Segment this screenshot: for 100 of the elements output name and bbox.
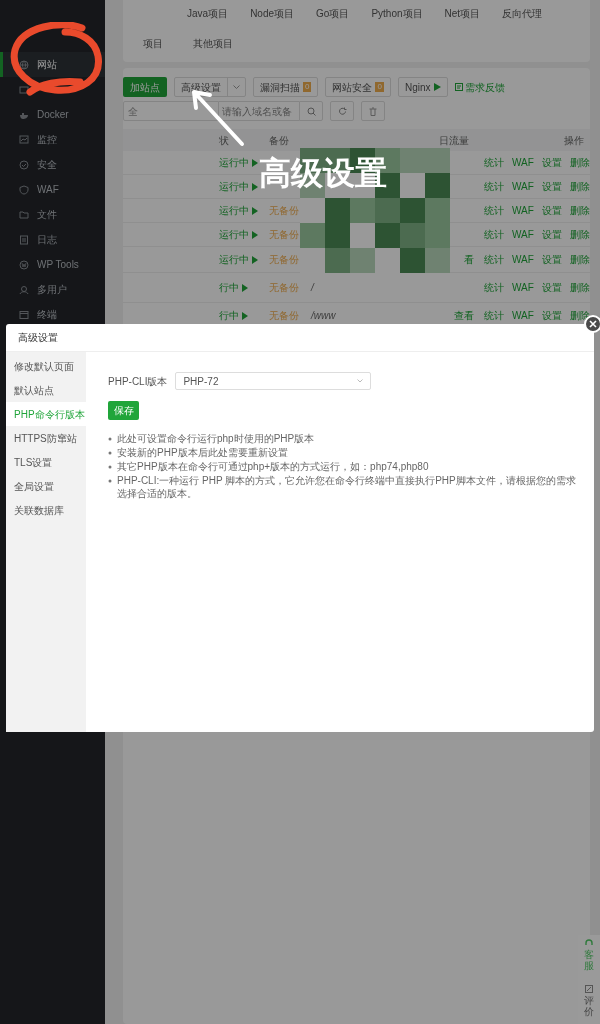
search-icon <box>306 106 316 116</box>
action-link[interactable]: 删除 <box>570 179 590 194</box>
status-link[interactable]: 运行中 <box>219 227 249 242</box>
action-link[interactable]: 删除 <box>570 252 590 267</box>
field-label: PHP-CLI版本 <box>108 374 168 389</box>
action-link[interactable]: 删除 <box>570 203 590 218</box>
php-version-select[interactable]: PHP-72 <box>175 372 372 390</box>
shield-icon <box>19 159 29 170</box>
search-button[interactable] <box>299 101 323 121</box>
action-link[interactable]: WAF <box>512 308 534 323</box>
backup-link[interactable]: 无备份 <box>269 310 299 321</box>
status-link[interactable]: 行中 <box>219 308 239 323</box>
vulnerability-scan-button[interactable]: 漏洞扫描 0 <box>253 77 319 97</box>
sidebar-item[interactable]: 监控 <box>0 127 105 152</box>
status-link[interactable]: 运行中 <box>219 203 249 218</box>
sidebar-item[interactable]: 文件 <box>0 202 105 227</box>
status-link[interactable]: 运行中 <box>219 179 249 194</box>
project-tab[interactable]: 项目 <box>143 35 163 51</box>
shield-icon <box>19 184 29 195</box>
side-float-button[interactable]: 评价 <box>584 985 594 1017</box>
nginx-button[interactable]: Nginx <box>397 77 449 97</box>
project-tab[interactable]: Go项目 <box>316 5 350 21</box>
project-tab[interactable]: Python项目 <box>371 5 423 21</box>
action-link[interactable]: 统计 <box>484 179 504 194</box>
action-link[interactable]: 统计 <box>484 227 504 242</box>
action-link[interactable]: 统计 <box>484 308 504 323</box>
action-link[interactable]: 删除 <box>570 280 590 295</box>
save-button[interactable]: 保存 <box>108 401 139 420</box>
refresh-button[interactable] <box>330 101 354 121</box>
side-float-button[interactable]: 客服 <box>584 939 594 971</box>
action-link[interactable]: 统计 <box>484 252 504 267</box>
action-link[interactable]: 设置 <box>541 227 562 242</box>
add-site-button[interactable]: 加站点 <box>123 77 167 97</box>
action-link[interactable]: 统计 <box>484 280 504 295</box>
select-value: PHP-72 <box>183 374 219 389</box>
count-badge: 0 <box>303 82 312 92</box>
caret-icon <box>233 85 240 89</box>
action-link[interactable]: WAF <box>512 155 534 170</box>
play-icon <box>252 255 258 264</box>
backup-link[interactable]: 无备份 <box>269 282 299 293</box>
play-icon <box>242 283 248 292</box>
action-link[interactable]: 设置 <box>541 203 562 218</box>
backup-link[interactable]: 无备份 <box>269 229 299 240</box>
delete-button[interactable] <box>361 101 385 121</box>
status-link[interactable]: 运行中 <box>219 155 249 170</box>
action-link[interactable]: 删除 <box>570 155 590 170</box>
site-security-button[interactable]: 网站安全 0 <box>325 77 391 97</box>
sidebar-item[interactable]: Docker <box>0 102 105 127</box>
user-icon <box>19 284 29 295</box>
action-link[interactable]: WAF <box>512 227 534 242</box>
action-link[interactable]: 设置 <box>541 280 562 295</box>
refresh-icon <box>337 106 347 116</box>
folder-icon <box>19 209 29 220</box>
play-icon <box>242 311 248 320</box>
action-link[interactable]: 统计 <box>484 203 504 218</box>
dialog-nav-item[interactable]: 关联数据库 <box>6 498 86 522</box>
action-link[interactable]: WAF <box>512 179 534 194</box>
project-tab[interactable]: Java项目 <box>187 5 229 21</box>
dialog-nav-item[interactable]: HTTPS防窜站 <box>6 426 86 450</box>
caret-icon <box>357 379 364 383</box>
dialog-title: 高级设置 <box>18 331 58 345</box>
search-field[interactable]: 请输入域名或备 <box>219 101 299 121</box>
action-link[interactable]: 设置 <box>541 252 562 267</box>
action-link[interactable]: 删除 <box>570 227 590 242</box>
project-tab[interactable]: 其他项目 <box>193 35 233 51</box>
close-icon <box>589 320 597 328</box>
column-header: 操作 <box>564 134 584 146</box>
dialog-nav-item[interactable]: PHP命令行版本 <box>6 402 86 426</box>
sidebar-item[interactable]: WP Tools <box>0 252 105 277</box>
feedback-link[interactable]: 需求反馈 <box>455 79 506 95</box>
status-link[interactable]: 运行中 <box>219 252 249 267</box>
backup-link[interactable]: 无备份 <box>269 205 299 216</box>
sidebar-item[interactable]: 终端 <box>0 302 105 327</box>
traffic-link[interactable]: 看 <box>464 254 474 265</box>
sidebar-item[interactable]: WAF <box>0 177 105 202</box>
terminal-icon <box>19 309 29 320</box>
play-icon <box>252 230 258 239</box>
action-link[interactable]: 设置 <box>541 308 562 323</box>
sidebar-item[interactable]: 日志 <box>0 227 105 252</box>
headset-icon <box>585 939 593 947</box>
dialog-nav-item[interactable]: 全局设置 <box>6 474 86 498</box>
traffic-link[interactable]: 查看 <box>454 310 474 321</box>
action-link[interactable]: WAF <box>512 203 534 218</box>
project-tab[interactable]: 反向代理 <box>502 5 543 21</box>
sidebar-item[interactable]: 安全 <box>0 152 105 177</box>
dialog-nav-item[interactable]: TLS设置 <box>6 450 86 474</box>
project-tab[interactable]: Node项目 <box>250 5 295 21</box>
button-label: Nginx <box>404 80 431 95</box>
action-link[interactable]: 设置 <box>541 155 562 170</box>
action-link[interactable]: 统计 <box>484 155 504 170</box>
backup-link[interactable]: 无备份 <box>269 254 299 265</box>
dialog-nav-item[interactable]: 默认站点 <box>6 378 86 402</box>
action-link[interactable]: WAF <box>512 252 534 267</box>
dialog-nav-item[interactable]: 修改默认页面 <box>6 354 86 378</box>
sidebar-item[interactable]: 多用户 <box>0 277 105 302</box>
play-icon <box>252 206 258 215</box>
action-link[interactable]: 设置 <box>541 179 562 194</box>
action-link[interactable]: WAF <box>512 280 534 295</box>
project-tab[interactable]: Net项目 <box>444 5 481 21</box>
status-link[interactable]: 行中 <box>219 280 239 295</box>
